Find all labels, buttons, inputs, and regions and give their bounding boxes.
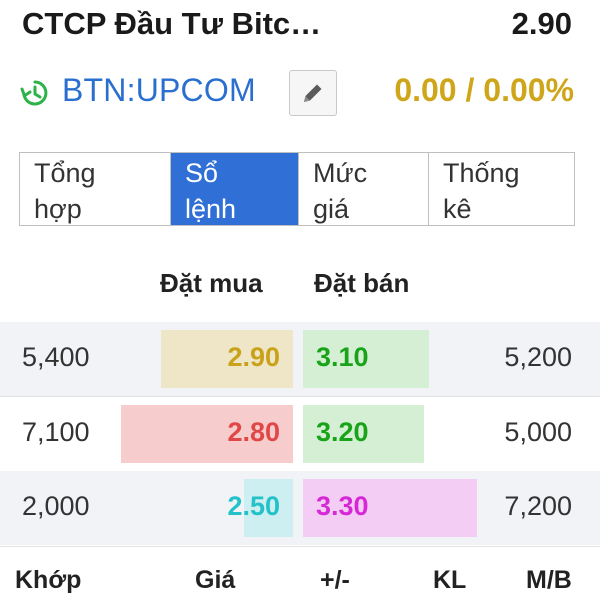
- tab-thong-ke[interactable]: Thống kê: [429, 153, 574, 225]
- buy-volume: 2,000: [22, 491, 90, 521]
- sell-header: Đặt bán: [314, 268, 410, 298]
- tab-tong-hop[interactable]: Tổng hợp: [20, 153, 171, 225]
- section-divider: [0, 546, 600, 547]
- tab-label-line1: Thống: [443, 158, 520, 188]
- sell-price: 3.10: [316, 342, 369, 372]
- buy-volume: 5,400: [22, 342, 90, 372]
- pencil-icon: [304, 84, 322, 102]
- tab-label-line2: giá: [313, 194, 350, 224]
- current-price: 2.90: [511, 6, 572, 41]
- price-change: 0.00 / 0.00%: [394, 72, 574, 108]
- stock-symbol[interactable]: BTN:UPCOM: [62, 72, 256, 109]
- sell-price: 3.20: [316, 417, 369, 447]
- sell-volume: 5,000: [504, 417, 572, 447]
- buy-price: 2.80: [227, 417, 280, 447]
- tab-muc-gia[interactable]: Mức giá: [299, 153, 429, 225]
- buy-price: 2.50: [227, 491, 280, 521]
- tab-label-line1: Mức: [313, 158, 368, 188]
- buy-price: 2.90: [227, 342, 280, 372]
- side-header: M/B: [526, 566, 572, 594]
- tab-label-line1: Sổ: [185, 158, 219, 188]
- match-header: Khớp: [15, 566, 82, 594]
- tab-so-lenh[interactable]: Sổ lệnh: [171, 153, 299, 225]
- price-header: Giá: [195, 566, 236, 594]
- sell-volume: 5,200: [504, 342, 572, 372]
- edit-button[interactable]: [289, 70, 337, 116]
- tab-label-line2: lệnh: [185, 194, 237, 224]
- change-header: +/-: [320, 566, 350, 594]
- stock-name: CTCP Đầu Tư Bitc…: [22, 6, 322, 41]
- buy-volume: 7,100: [22, 417, 90, 447]
- order-row: 7,100 2.80 3.20 5,000: [0, 397, 600, 471]
- sell-volume: 7,200: [504, 491, 572, 521]
- order-row: 5,400 2.90 3.10 5,200: [0, 322, 600, 396]
- volume-header: KL: [433, 566, 467, 594]
- order-row: 2,000 2.50 3.30 7,200: [0, 471, 600, 545]
- tab-bar: Tổng hợp Sổ lệnh Mức giá Thống kê: [19, 152, 575, 226]
- tab-label-line1: Tổng: [34, 158, 96, 188]
- clock-refresh-icon: [20, 80, 48, 106]
- buy-header: Đặt mua: [160, 268, 263, 298]
- sell-price: 3.30: [316, 491, 369, 521]
- tab-label-line2: kê: [443, 194, 472, 224]
- tab-label-line2: hợp: [34, 194, 82, 224]
